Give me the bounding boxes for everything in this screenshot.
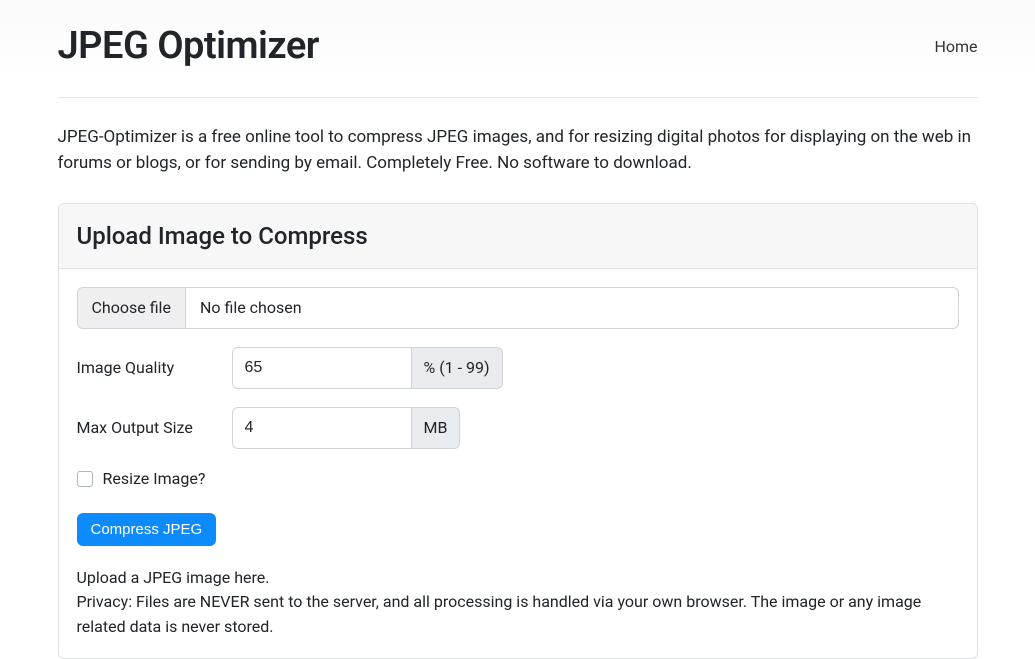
max-output-row: Max Output Size MB xyxy=(77,407,959,449)
upload-hint-text: Upload a JPEG image here. xyxy=(77,566,959,591)
image-quality-unit: % (1 - 99) xyxy=(412,347,503,389)
image-quality-input-group: % (1 - 99) xyxy=(232,347,503,389)
choose-file-button[interactable]: Choose file xyxy=(78,288,186,328)
nav-home-link[interactable]: Home xyxy=(934,35,977,59)
max-output-label: Max Output Size xyxy=(77,416,232,440)
resize-image-row: Resize Image? xyxy=(77,467,959,491)
compress-button[interactable]: Compress JPEG xyxy=(77,513,217,546)
intro-text: JPEG-Optimizer is a free online tool to … xyxy=(58,124,978,177)
card-body: Choose file No file chosen Image Quality… xyxy=(59,269,977,658)
resize-image-checkbox[interactable] xyxy=(77,471,93,487)
file-chosen-status: No file chosen xyxy=(186,288,316,328)
help-text-block: Upload a JPEG image here. Privacy: Files… xyxy=(77,566,959,640)
upload-card: Upload Image to Compress Choose file No … xyxy=(58,203,978,659)
card-title: Upload Image to Compress xyxy=(59,204,977,269)
max-output-input[interactable] xyxy=(232,407,412,449)
brand-title: JPEG Optimizer xyxy=(58,18,319,75)
image-quality-row: Image Quality % (1 - 99) xyxy=(77,347,959,389)
max-output-input-group: MB xyxy=(232,407,461,449)
site-header: JPEG Optimizer Home xyxy=(58,0,978,98)
image-quality-input[interactable] xyxy=(232,347,412,389)
image-quality-label: Image Quality xyxy=(77,356,232,380)
max-output-unit: MB xyxy=(412,407,461,449)
resize-image-label: Resize Image? xyxy=(103,467,206,491)
privacy-text: Privacy: Files are NEVER sent to the ser… xyxy=(77,590,959,640)
file-input-group[interactable]: Choose file No file chosen xyxy=(77,287,959,329)
